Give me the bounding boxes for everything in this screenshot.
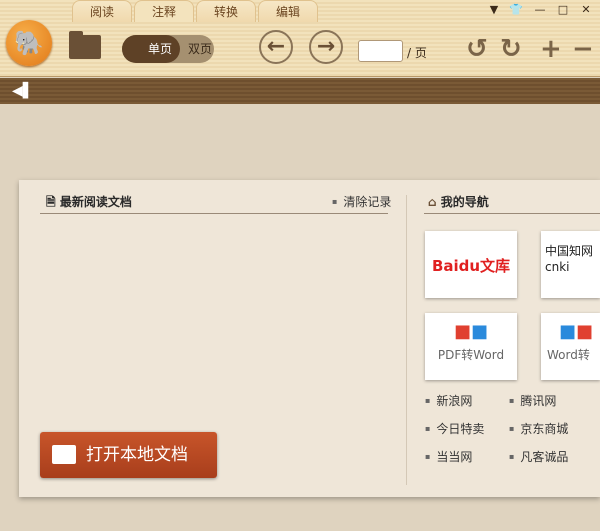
single-page-button[interactable]: 单页 — [122, 35, 180, 63]
close-icon[interactable]: ✕ — [578, 3, 594, 16]
zoom-in-icon[interactable]: + — [540, 34, 562, 64]
page-input[interactable] — [358, 40, 403, 62]
nav-tile-baidu[interactable]: Baidu文库 — [425, 231, 517, 298]
pdf-to-word-icon: ■■ — [453, 321, 489, 342]
recent-docs-title: 🗎 最新阅读文档 — [46, 195, 132, 209]
tab-annotate[interactable]: 注释 — [134, 0, 194, 22]
page-suffix: / 页 — [407, 46, 427, 60]
nav-tile-word-to-pdf[interactable]: ■■ Word转 — [541, 313, 600, 380]
nav-link[interactable]: 京东商城 — [509, 420, 568, 437]
zoom-out-icon[interactable]: − — [572, 34, 594, 64]
nav-link[interactable]: 腾讯网 — [509, 392, 556, 409]
folder-icon — [52, 445, 76, 464]
nav-link[interactable]: 新浪网 — [425, 392, 472, 409]
nav-tile-pdf-to-word[interactable]: ■■ PDF转Word — [425, 313, 517, 380]
page-mode-toggle: 单页 双页 — [122, 35, 214, 63]
divider — [406, 195, 407, 485]
rotate-left-icon[interactable]: ↺ — [466, 34, 488, 64]
nav-title: ⌂ 我的导航 — [428, 195, 489, 209]
tab-convert[interactable]: 转换 — [196, 0, 256, 22]
divider — [424, 213, 600, 214]
tab-read[interactable]: 阅读 — [72, 0, 132, 22]
double-page-button[interactable]: 双页 — [188, 35, 212, 63]
maximize-icon[interactable]: □ — [555, 3, 571, 16]
rotate-right-icon[interactable]: ↻ — [500, 34, 522, 64]
open-folder-button[interactable] — [69, 31, 101, 59]
app-logo[interactable]: 🐘 — [6, 20, 52, 66]
open-local-document-button[interactable]: 打开本地文档 — [40, 432, 217, 478]
next-page-button[interactable]: → — [309, 30, 343, 64]
word-to-pdf-icon: ■■ — [559, 321, 594, 342]
secondary-bar — [0, 78, 600, 104]
nav-link[interactable]: 当当网 — [425, 448, 472, 465]
minimize-icon[interactable]: — — [532, 3, 548, 16]
nav-tile-cnki[interactable]: 中国知网 cnki — [541, 231, 600, 298]
clear-history-link[interactable]: 清除记录 — [332, 193, 391, 210]
tab-edit[interactable]: 编辑 — [258, 0, 318, 22]
divider — [40, 213, 388, 214]
home-icon: ⌂ — [428, 195, 437, 209]
nav-link[interactable]: 凡客诚品 — [509, 448, 568, 465]
menu-icon[interactable]: ▼ — [486, 3, 502, 16]
nav-link[interactable]: 今日特卖 — [425, 420, 484, 437]
skin-icon[interactable]: 👕 — [508, 3, 524, 16]
collapse-sidebar-icon[interactable]: ◀▌ — [12, 83, 34, 99]
prev-page-button[interactable]: ← — [259, 30, 293, 64]
